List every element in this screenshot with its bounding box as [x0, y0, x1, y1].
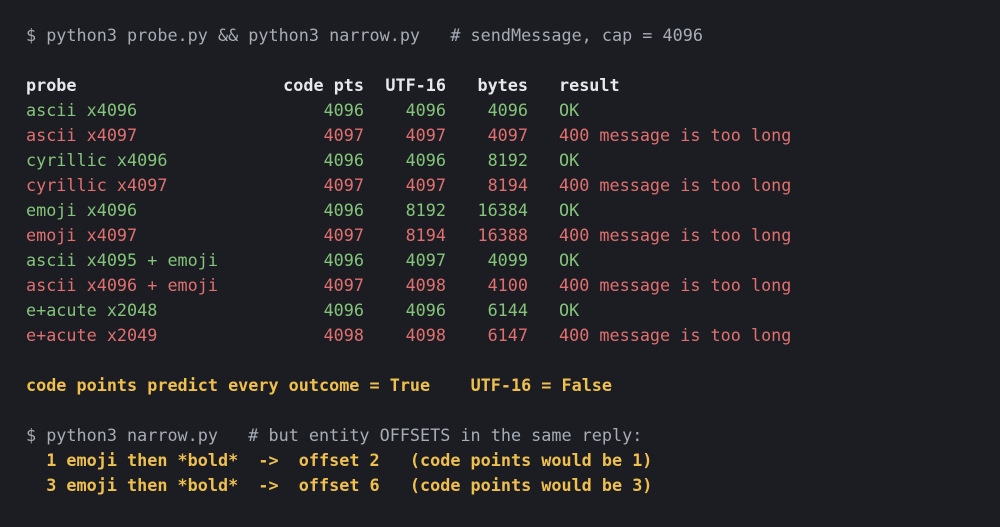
- row-bytes: 4100: [487, 275, 528, 295]
- table-row: cyrillic x4096 4096 4096 8192 OK: [26, 148, 1000, 173]
- command-prompt: $ python3 probe.py && python3 narrow.py: [26, 25, 421, 45]
- offset-line-1: 1 emoji then *bold* -> offset 2 (code po…: [26, 448, 1000, 473]
- table-row: e+acute x2048 4096 4096 6144 OK: [26, 298, 1000, 323]
- row-bytes: 4099: [487, 250, 528, 270]
- row-utf16: 4096: [405, 300, 446, 320]
- row-utf16: 4097: [405, 175, 446, 195]
- row-probe: ascii x4097: [26, 125, 138, 145]
- row-probe: emoji x4097: [26, 225, 138, 245]
- table-row: e+acute x2049 4098 4098 6147 400 message is …: [26, 323, 1000, 348]
- row-code-pts: 4096: [323, 200, 364, 220]
- row-result: 400 message is too long: [559, 125, 792, 145]
- row-result: 400 message is too long: [559, 175, 792, 195]
- table-body: ascii x4096 4096 4096 4096 OK ascii x4097 4097…: [26, 98, 1000, 348]
- summary-left: code points predict every outcome = True: [26, 375, 431, 395]
- row-utf16: 4096: [405, 100, 446, 120]
- table-row: ascii x4096 + emoji 4097 4098 4100 400 messa…: [26, 273, 1000, 298]
- row-probe: ascii x4096: [26, 100, 138, 120]
- row-utf16: 4097: [405, 125, 446, 145]
- row-probe: e+acute x2048: [26, 300, 158, 320]
- command-line-2: $ python3 narrow.py # but entity OFFSETS…: [26, 423, 1000, 448]
- offset-text-2: 3 emoji then *bold* -> offset 6 (code po…: [46, 475, 653, 495]
- table-row: ascii x4095 + emoji 4096 4097 4099 OK: [26, 248, 1000, 273]
- row-bytes: 6147: [487, 325, 528, 345]
- row-probe: emoji x4096: [26, 200, 138, 220]
- row-bytes: 16388: [477, 225, 528, 245]
- row-result: OK: [559, 300, 580, 320]
- row-code-pts: 4097: [323, 125, 364, 145]
- row-result: 400 message is too long: [559, 225, 792, 245]
- command-comment: # sendMessage, cap = 4096: [450, 25, 703, 45]
- row-utf16: 4098: [405, 325, 446, 345]
- row-utf16: 8194: [405, 225, 446, 245]
- row-bytes: 4097: [487, 125, 528, 145]
- row-code-pts: 4096: [323, 300, 364, 320]
- header-code-pts: code pts: [283, 75, 364, 95]
- command-line-1: $ python3 probe.py && python3 narrow.py …: [26, 23, 1000, 48]
- row-code-pts: 4097: [323, 175, 364, 195]
- header-utf16: UTF-16: [385, 75, 446, 95]
- row-bytes: 8192: [487, 150, 528, 170]
- row-result: 400 message is too long: [559, 325, 792, 345]
- row-utf16: 4096: [405, 150, 446, 170]
- row-code-pts: 4096: [323, 150, 364, 170]
- row-probe: ascii x4095 + emoji: [26, 250, 218, 270]
- header-probe: probe: [26, 75, 77, 95]
- row-probe: cyrillic x4097: [26, 175, 168, 195]
- row-result: OK: [559, 150, 580, 170]
- table-row: ascii x4096 4096 4096 4096 OK: [26, 98, 1000, 123]
- offset-text-1: 1 emoji then *bold* -> offset 2 (code po…: [46, 450, 653, 470]
- row-bytes: 8194: [487, 175, 528, 195]
- row-probe: ascii x4096 + emoji: [26, 275, 218, 295]
- row-bytes: 4096: [487, 100, 528, 120]
- command-prompt-2: $ python3 narrow.py: [26, 425, 218, 445]
- row-code-pts: 4098: [323, 325, 364, 345]
- summary-right: UTF-16 = False: [470, 375, 613, 395]
- table-row: cyrillic x4097 4097 4097 8194 400 message is…: [26, 173, 1000, 198]
- summary-line: code points predict every outcome = True…: [26, 373, 1000, 398]
- row-utf16: 4098: [405, 275, 446, 295]
- row-result: 400 message is too long: [559, 275, 792, 295]
- header-result: result: [559, 75, 620, 95]
- terminal-window[interactable]: $ python3 probe.py && python3 narrow.py …: [0, 0, 1000, 527]
- table-row: emoji x4096 4096 8192 16384 OK: [26, 198, 1000, 223]
- row-bytes: 6144: [487, 300, 528, 320]
- row-result: OK: [559, 100, 580, 120]
- row-utf16: 4097: [405, 250, 446, 270]
- row-code-pts: 4097: [323, 275, 364, 295]
- header-bytes: bytes: [477, 75, 528, 95]
- table-row: ascii x4097 4097 4097 4097 400 message is to…: [26, 123, 1000, 148]
- row-utf16: 8192: [405, 200, 446, 220]
- row-probe: e+acute x2049: [26, 325, 158, 345]
- row-code-pts: 4096: [323, 250, 364, 270]
- row-result: OK: [559, 200, 580, 220]
- row-probe: cyrillic x4096: [26, 150, 168, 170]
- row-bytes: 16384: [477, 200, 528, 220]
- table-row: emoji x4097 4097 8194 16388 400 message is t…: [26, 223, 1000, 248]
- row-result: OK: [559, 250, 580, 270]
- offset-line-2: 3 emoji then *bold* -> offset 6 (code po…: [26, 473, 1000, 498]
- table-header: probe code pts UTF-16 bytes result: [26, 73, 1000, 98]
- row-code-pts: 4096: [323, 100, 364, 120]
- command-comment-2: # but entity OFFSETS in the same reply:: [248, 425, 643, 445]
- row-code-pts: 4097: [323, 225, 364, 245]
